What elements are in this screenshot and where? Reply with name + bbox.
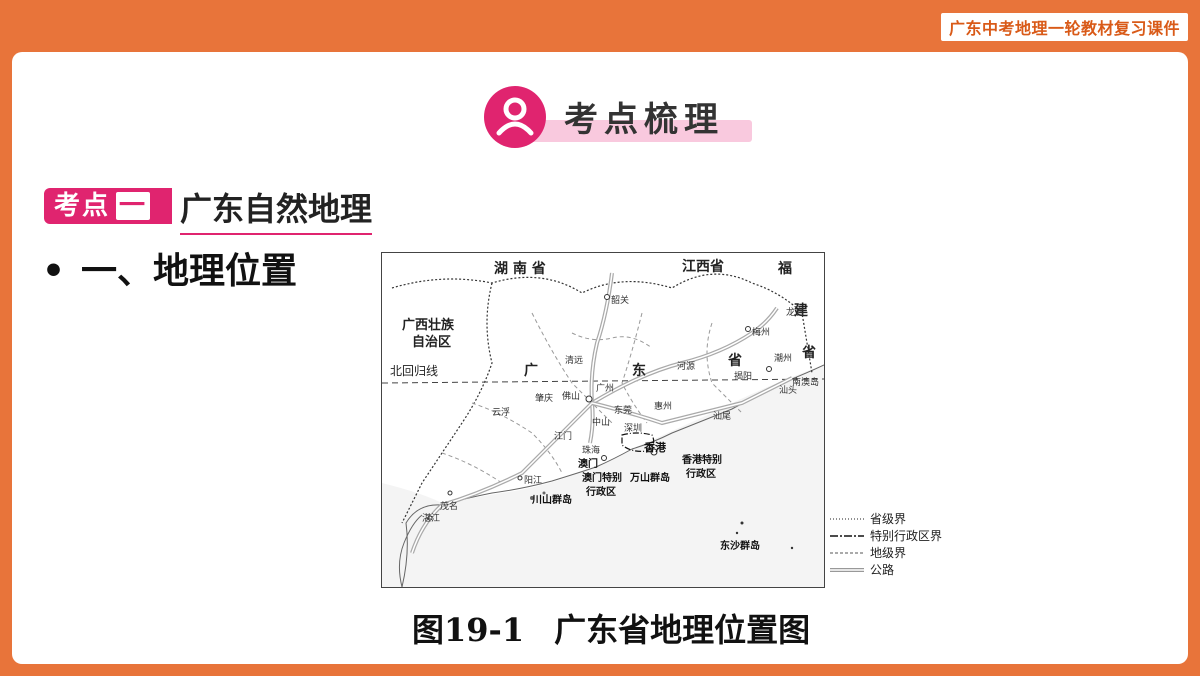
label-guangxi2: 自治区 bbox=[412, 334, 451, 350]
label-jiangmen: 江门 bbox=[554, 430, 572, 442]
label-nanao: 南澳岛 bbox=[792, 376, 819, 388]
label-meizhou: 梅州 bbox=[752, 326, 770, 338]
section-heading: 考点梳理 bbox=[484, 86, 764, 152]
legend-label: 特别行政区界 bbox=[870, 529, 943, 543]
label-huizhou: 惠州 bbox=[654, 400, 672, 412]
label-dongsha: 东沙群岛 bbox=[720, 539, 760, 552]
label-hunan: 湖 南 省 bbox=[494, 260, 546, 277]
label-guangzhou: 广州 bbox=[596, 382, 614, 394]
dashed-line-icon bbox=[830, 552, 864, 554]
label-guang: 广 bbox=[524, 362, 538, 379]
topic-title: 广东自然地理 bbox=[180, 184, 373, 235]
bullet-marker: • bbox=[42, 251, 66, 292]
figure-title: 广东省地理位置图 bbox=[554, 611, 811, 649]
topic-badge-number: 一 bbox=[116, 192, 151, 220]
label-qingyuan: 清远 bbox=[565, 354, 583, 366]
label-shenzhen: 深圳 bbox=[624, 423, 642, 434]
label-tropic: 北回归线 bbox=[390, 364, 438, 378]
label-zhaoqing: 肇庆 bbox=[535, 392, 553, 404]
guangdong-map: 湖 南 省 江西省 福 建 省 广西壮族 自治区 北回归线 广 东 省 韶关 龙… bbox=[381, 252, 825, 588]
label-longyan: 龙岩 bbox=[786, 306, 804, 318]
label-hk-sar: 香港特别 bbox=[682, 453, 722, 466]
label-dongguan: 东莞 bbox=[614, 404, 632, 416]
bullet-item: • 一、地理位置 bbox=[42, 242, 297, 294]
label-yangjiang: 阳江 bbox=[524, 475, 542, 486]
bullet-text: 一、地理位置 bbox=[81, 251, 298, 292]
label-wanshan: 万山群岛 bbox=[629, 471, 670, 484]
legend-label: 公路 bbox=[870, 563, 895, 577]
label-zhongshan: 中山 bbox=[592, 416, 610, 428]
legend-label: 省级界 bbox=[870, 512, 907, 526]
label-chuanshan: 川山群岛 bbox=[531, 493, 572, 506]
label-macau-sar2: 行政区 bbox=[585, 485, 616, 498]
slide-canvas: 考点梳理 考点一 广东自然地理 • 一、地理位置 湖 南 省 江西省 福 建 省… bbox=[12, 52, 1188, 664]
label-shanwei: 汕尾 bbox=[713, 411, 731, 422]
label-guangxi: 广西壮族 bbox=[402, 317, 455, 333]
legend-label: 地级界 bbox=[870, 546, 907, 560]
label-xianggang: 香港 bbox=[643, 440, 667, 454]
label-dong: 东 bbox=[632, 362, 646, 379]
label-shaoguan: 韶关 bbox=[611, 294, 629, 306]
figure-number: 图19-1 bbox=[412, 611, 525, 649]
double-line-icon bbox=[830, 568, 864, 572]
label-foshan: 佛山 bbox=[562, 390, 580, 402]
course-tag: 广东中考地理一轮教材复习课件 bbox=[940, 13, 1188, 41]
topic-badge-label: 考点 bbox=[54, 191, 111, 221]
label-sheng-gd: 省 bbox=[727, 352, 742, 369]
label-fu: 福 bbox=[777, 260, 792, 277]
label-heyuan: 河源 bbox=[677, 360, 695, 372]
label-aomen: 澳门 bbox=[578, 457, 598, 470]
label-macau-sar: 澳门特别 bbox=[582, 471, 622, 484]
label-zhuhai: 珠海 bbox=[582, 444, 600, 456]
label-chaozhou: 潮州 bbox=[774, 352, 792, 364]
label-yunfu: 云浮 bbox=[492, 406, 510, 418]
user-icon bbox=[484, 86, 546, 148]
label-zhanjiang: 湛江 bbox=[422, 513, 440, 524]
dash-dot-line-icon bbox=[830, 535, 864, 537]
label-sheng-fj: 省 bbox=[801, 344, 816, 361]
topic-badge: 考点一 bbox=[44, 188, 172, 224]
dotted-line-icon bbox=[830, 518, 864, 520]
section-title: 考点梳理 bbox=[564, 100, 724, 140]
label-hk-sar2: 行政区 bbox=[685, 467, 716, 480]
label-jiangxi: 江西省 bbox=[682, 258, 724, 275]
label-jieyang: 揭阳 bbox=[734, 370, 752, 382]
tropic-of-cancer-line bbox=[382, 378, 824, 384]
figure-caption: 图19-1 广东省地理位置图 bbox=[412, 605, 810, 651]
label-maoming: 茂名 bbox=[440, 500, 458, 512]
